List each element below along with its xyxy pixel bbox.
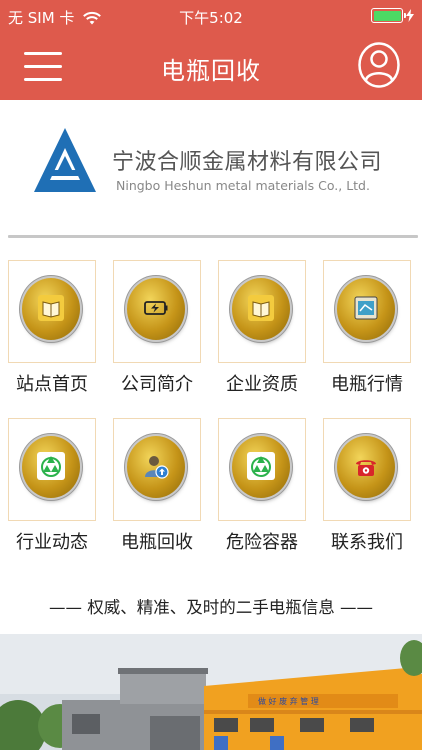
grid-item-label: 站点首页 (16, 374, 88, 395)
user-upload-icon (145, 456, 169, 479)
grid-item-label: 联系我们 (331, 532, 403, 553)
grid-item-label: 危险容器 (226, 532, 298, 553)
company-logo-icon (34, 128, 96, 192)
coin-button (232, 436, 290, 498)
coin-button (22, 436, 80, 498)
coin-button (22, 278, 80, 340)
facility-building-illustration: 做 好 废 弃 管 理 (0, 634, 422, 750)
grid-item-label: 行业动态 (16, 532, 88, 553)
coin-button (232, 278, 290, 340)
telephone-icon (356, 460, 376, 476)
grid-item-market[interactable]: 电瓶行情 (323, 260, 422, 400)
recycle-icon (247, 452, 275, 480)
coin-button (337, 436, 395, 498)
grid-item-label: 电瓶行情 (331, 374, 403, 395)
coin-button (127, 278, 185, 340)
grid-item-label: 电瓶回收 (121, 532, 193, 553)
battery-icon (144, 301, 168, 315)
company-name-en: Ningbo Heshun metal materials Co., Ltd. (116, 178, 370, 193)
recycle-icon (37, 452, 65, 480)
battery-status-icon (371, 8, 406, 23)
grid-item-battery-recycling[interactable]: 电瓶回收 (113, 418, 213, 558)
status-time: 下午5:02 (179, 9, 243, 27)
section-divider (8, 235, 418, 238)
status-bar: 无 SIM 卡 下午5:02 (0, 0, 422, 34)
grid-item-site-home[interactable]: 站点首页 (8, 260, 108, 400)
grid-item-industry-news[interactable]: 行业动态 (8, 418, 108, 558)
charging-bolt-icon (406, 9, 414, 22)
grid-item-hazard-containers[interactable]: 危险容器 (218, 418, 318, 558)
company-logo-banner: 宁波合顺金属材料有限公司 Ningbo Heshun metal materia… (0, 100, 422, 238)
tagline: —— 权威、精准、及时的二手电瓶信息 —— (49, 598, 373, 617)
status-right (371, 8, 414, 23)
book-icon (248, 295, 274, 321)
user-profile-icon (358, 42, 400, 88)
calendar-note-icon (354, 296, 378, 320)
facility-photo: 做 好 废 弃 管 理 (0, 634, 422, 750)
grid-item-label: 公司简介 (121, 374, 193, 395)
nav-bar: 电瓶回收 (0, 34, 422, 100)
grid-item-company-intro[interactable]: 公司简介 (113, 260, 213, 400)
company-name-cn: 宁波合顺金属材料有限公司 (112, 150, 383, 175)
app-header: 无 SIM 卡 下午5:02 电瓶回收 (0, 0, 422, 100)
coin-button (337, 278, 395, 340)
user-profile-button[interactable] (358, 42, 400, 88)
grid-item-contact-us[interactable]: 联系我们 (323, 418, 422, 558)
book-icon (38, 295, 64, 321)
grid-item-qualification[interactable]: 企业资质 (218, 260, 318, 400)
coin-button (127, 436, 185, 498)
grid-item-label: 企业资质 (226, 374, 298, 395)
warehouse-sign-text: 做 好 废 弃 管 理 (258, 696, 319, 706)
